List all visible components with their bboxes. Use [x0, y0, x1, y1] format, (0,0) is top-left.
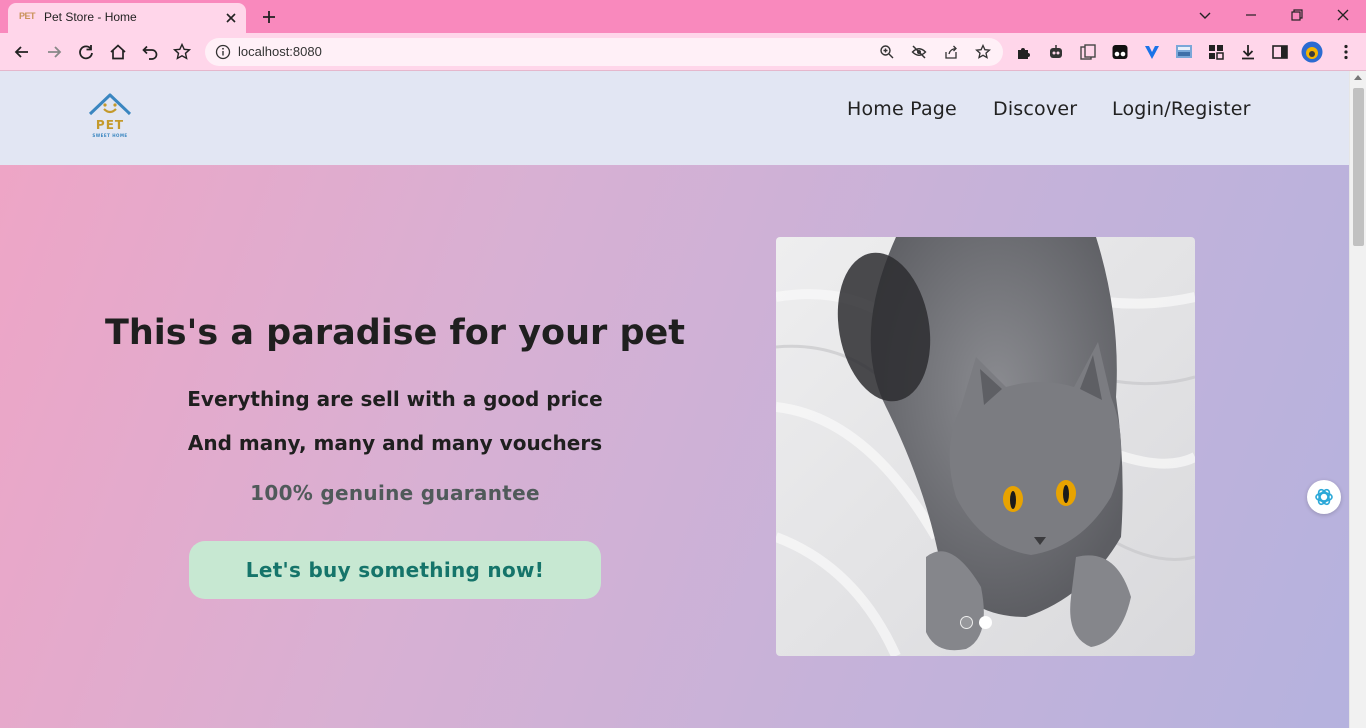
hero-guarantee: 100% genuine guarantee	[250, 481, 540, 505]
grid-icon[interactable]	[1206, 42, 1226, 62]
undo-icon[interactable]	[140, 42, 160, 62]
bookmark-star-icon[interactable]	[172, 42, 192, 62]
minimize-icon[interactable]	[1243, 7, 1259, 23]
tab-close-icon[interactable]	[222, 9, 240, 27]
tab-title: Pet Store - Home	[44, 10, 137, 24]
page-viewport: PET SWEET HOME Home Page Discover Login/…	[0, 71, 1349, 728]
site-logo[interactable]: PET SWEET HOME	[86, 91, 134, 141]
reload-icon[interactable]	[76, 42, 96, 62]
logo-subtitle: SWEET HOME	[92, 133, 128, 138]
hero-line-vouchers: And many, many and many vouchers	[187, 431, 603, 455]
vpn-icon[interactable]	[1142, 42, 1162, 62]
side-panel-icon[interactable]	[1270, 42, 1290, 62]
site-info-icon[interactable]	[215, 44, 231, 60]
address-bar[interactable]: localhost:8080	[205, 38, 1003, 66]
chat-assistant-button[interactable]	[1307, 480, 1341, 514]
window-close-icon[interactable]	[1335, 7, 1351, 23]
extensions-puzzle-icon[interactable]	[1014, 42, 1034, 62]
buy-now-button[interactable]: Let's buy something now!	[189, 541, 601, 599]
tampermonkey-icon[interactable]	[1110, 42, 1130, 62]
forward-icon[interactable]	[44, 42, 64, 62]
carousel-dot-2-active[interactable]	[979, 616, 992, 629]
robot-icon[interactable]	[1046, 42, 1066, 62]
site-header: PET SWEET HOME Home Page Discover Login/…	[0, 71, 1349, 165]
screen-icon[interactable]	[1174, 42, 1194, 62]
tab-search-chevron-icon[interactable]	[1197, 7, 1213, 23]
logo-roof-icon	[88, 93, 132, 116]
nav-login-register[interactable]: Login/Register	[1112, 98, 1251, 120]
hero-section: This's a paradise for your pet Everythin…	[0, 165, 1349, 728]
image-carousel[interactable]	[776, 237, 1195, 656]
openai-logo-icon	[1315, 488, 1333, 506]
tab-favicon: PET	[19, 11, 36, 21]
browser-tab-active[interactable]: PET Pet Store - Home	[8, 3, 246, 33]
scroll-thumb[interactable]	[1353, 88, 1364, 246]
profile-avatar-icon[interactable]	[1301, 41, 1323, 63]
zoom-icon[interactable]	[879, 44, 895, 60]
eye-off-icon[interactable]	[911, 44, 927, 60]
logo-text: PET	[95, 118, 125, 132]
home-icon[interactable]	[108, 42, 128, 62]
new-tab-plus-icon[interactable]	[260, 8, 278, 26]
copy-icon[interactable]	[1078, 42, 1098, 62]
hero-line-price: Everything are sell with a good price	[187, 387, 603, 411]
nav-home-page[interactable]: Home Page	[847, 98, 957, 120]
scroll-up-arrow-icon[interactable]	[1354, 75, 1362, 80]
address-url: localhost:8080	[238, 44, 322, 59]
carousel-dot-1[interactable]	[960, 616, 973, 629]
restore-icon[interactable]	[1289, 7, 1305, 23]
share-icon[interactable]	[943, 44, 959, 60]
browser-toolbar: localhost:8080	[0, 33, 1366, 71]
browser-tabstrip: PET Pet Store - Home	[0, 0, 1366, 33]
menu-dots-icon[interactable]	[1336, 42, 1356, 62]
back-icon[interactable]	[12, 42, 32, 62]
hero-title: This's a paradise for your pet	[105, 313, 685, 353]
star-icon[interactable]	[975, 44, 991, 60]
download-icon[interactable]	[1238, 42, 1258, 62]
cat-photo	[776, 237, 1195, 656]
page-scrollbar[interactable]	[1349, 71, 1366, 728]
nav-discover[interactable]: Discover	[993, 98, 1077, 120]
